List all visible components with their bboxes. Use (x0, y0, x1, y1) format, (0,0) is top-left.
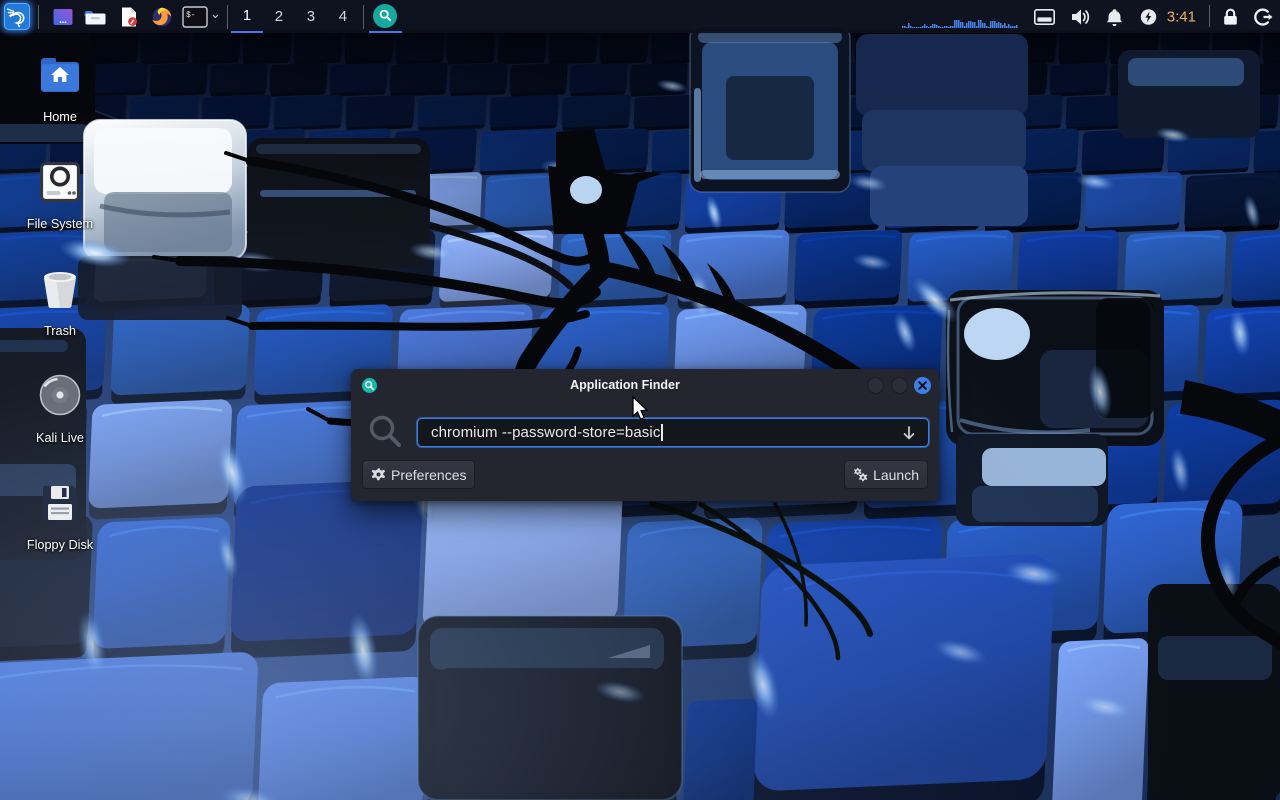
svg-text:$-: $- (186, 11, 196, 20)
